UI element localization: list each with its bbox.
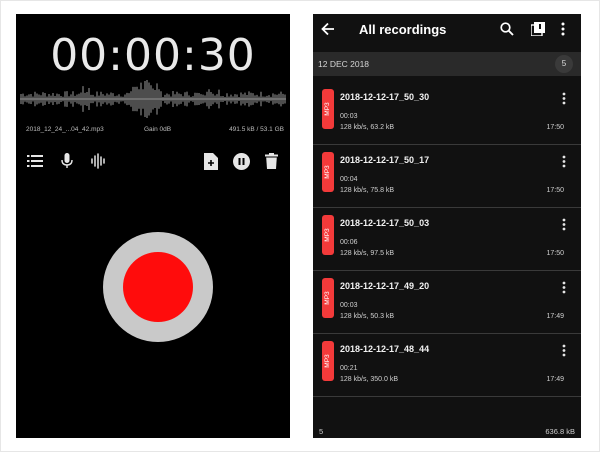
recording-time: 17:50 — [546, 124, 564, 131]
footer-count: 5 — [319, 427, 324, 436]
badge-label: MP3 — [324, 102, 331, 116]
badge-label: MP3 — [324, 354, 331, 368]
footer-total-size: 636.8 kB — [545, 427, 575, 436]
row-more-icon[interactable] — [562, 92, 568, 106]
recording-duration: 00:04 — [340, 176, 358, 183]
recorder-toolbar-left — [26, 152, 108, 170]
badge-label: MP3 — [324, 228, 331, 242]
record-dot — [123, 252, 193, 322]
recording-row[interactable]: MP3 2018-12-12-17_50_17 00:04 128 kb/s, … — [313, 145, 581, 208]
recording-name: 2018-12-12-17_50_17 — [340, 155, 430, 165]
recording-name: 2018-12-12-17_50_30 — [340, 92, 430, 102]
back-arrow-icon[interactable] — [321, 22, 335, 41]
row-more-icon[interactable] — [562, 155, 568, 169]
recording-time: 17:50 — [546, 187, 564, 194]
date-group-count: 5 — [555, 55, 573, 73]
list-footer: 5 636.8 kB — [313, 424, 581, 438]
recording-info: 128 kb/s, 63.2 kB — [340, 124, 395, 131]
pause-icon[interactable] — [232, 152, 250, 170]
add-file-icon[interactable] — [202, 152, 220, 170]
recording-duration: 00:03 — [340, 302, 358, 309]
recording-duration: 00:06 — [340, 239, 358, 246]
list-icon[interactable] — [26, 152, 44, 170]
badge-label: MP3 — [324, 165, 331, 179]
record-button[interactable] — [103, 232, 213, 342]
search-icon[interactable] — [500, 22, 514, 41]
mp3-badge: MP3 — [322, 89, 334, 129]
waveform-icon[interactable] — [90, 152, 108, 170]
screenshot-frame: 00:00:30 2018_12_24_...04_42.mp3 Gain 0d… — [0, 0, 600, 452]
recordings-screen: All recordings 12 DEC 2018 5 MP3 2018-12… — [313, 14, 581, 438]
mp3-badge: MP3 — [322, 152, 334, 192]
recording-time: 17:49 — [546, 313, 564, 320]
microphone-icon[interactable] — [58, 152, 76, 170]
mp3-badge: MP3 — [322, 215, 334, 255]
recording-row[interactable]: MP3 2018-12-12-17_50_03 00:06 128 kb/s, … — [313, 208, 581, 271]
recording-name: 2018-12-12-17_50_03 — [340, 218, 430, 228]
recorder-screen: 00:00:30 2018_12_24_...04_42.mp3 Gain 0d… — [16, 14, 290, 438]
waveform-display — [20, 80, 286, 118]
row-more-icon[interactable] — [562, 281, 568, 295]
recording-timer: 00:00:30 — [50, 30, 256, 81]
gain-label: Gain 0dB — [144, 126, 172, 133]
date-group-label: 12 DEC 2018 — [318, 59, 370, 69]
recording-row[interactable]: MP3 2018-12-12-17_49_20 00:03 128 kb/s, … — [313, 271, 581, 334]
row-more-icon[interactable] — [562, 218, 568, 232]
recording-duration: 00:21 — [340, 365, 358, 372]
storage-label: 491.5 kB / 53.1 GB — [229, 126, 284, 133]
more-vert-icon[interactable] — [561, 22, 565, 41]
recording-info: 128 kb/s, 50.3 kB — [340, 313, 395, 320]
recording-file-name: 2018_12_24_...04_42.mp3 — [26, 126, 104, 133]
page-title: All recordings — [359, 22, 447, 37]
recording-name: 2018-12-12-17_49_20 — [340, 281, 430, 291]
recorder-toolbar-right — [202, 152, 280, 170]
recording-name: 2018-12-12-17_48_44 — [340, 344, 430, 354]
recording-time: 17:49 — [546, 376, 564, 383]
mp3-badge: MP3 — [322, 278, 334, 318]
badge-label: MP3 — [324, 291, 331, 305]
date-group-header: 12 DEC 2018 5 — [313, 52, 581, 76]
recording-row[interactable]: MP3 2018-12-12-17_48_44 00:21 128 kb/s, … — [313, 334, 581, 397]
recording-row[interactable]: MP3 2018-12-12-17_50_30 00:03 128 kb/s, … — [313, 82, 581, 145]
mp3-badge: MP3 — [322, 341, 334, 381]
recording-info: 128 kb/s, 97.5 kB — [340, 250, 395, 257]
recording-info: 128 kb/s, 350.0 kB — [340, 376, 398, 383]
recordings-list: MP3 2018-12-12-17_50_30 00:03 128 kb/s, … — [313, 82, 581, 397]
app-bar: All recordings — [313, 14, 581, 48]
recording-info: 128 kb/s, 75.8 kB — [340, 187, 395, 194]
recording-time: 17:50 — [546, 250, 564, 257]
recording-info-bar: 2018_12_24_...04_42.mp3 Gain 0dB 491.5 k… — [26, 126, 284, 138]
library-icon[interactable] — [530, 22, 545, 41]
row-more-icon[interactable] — [562, 344, 568, 358]
trash-icon[interactable] — [262, 152, 280, 170]
recording-duration: 00:03 — [340, 113, 358, 120]
